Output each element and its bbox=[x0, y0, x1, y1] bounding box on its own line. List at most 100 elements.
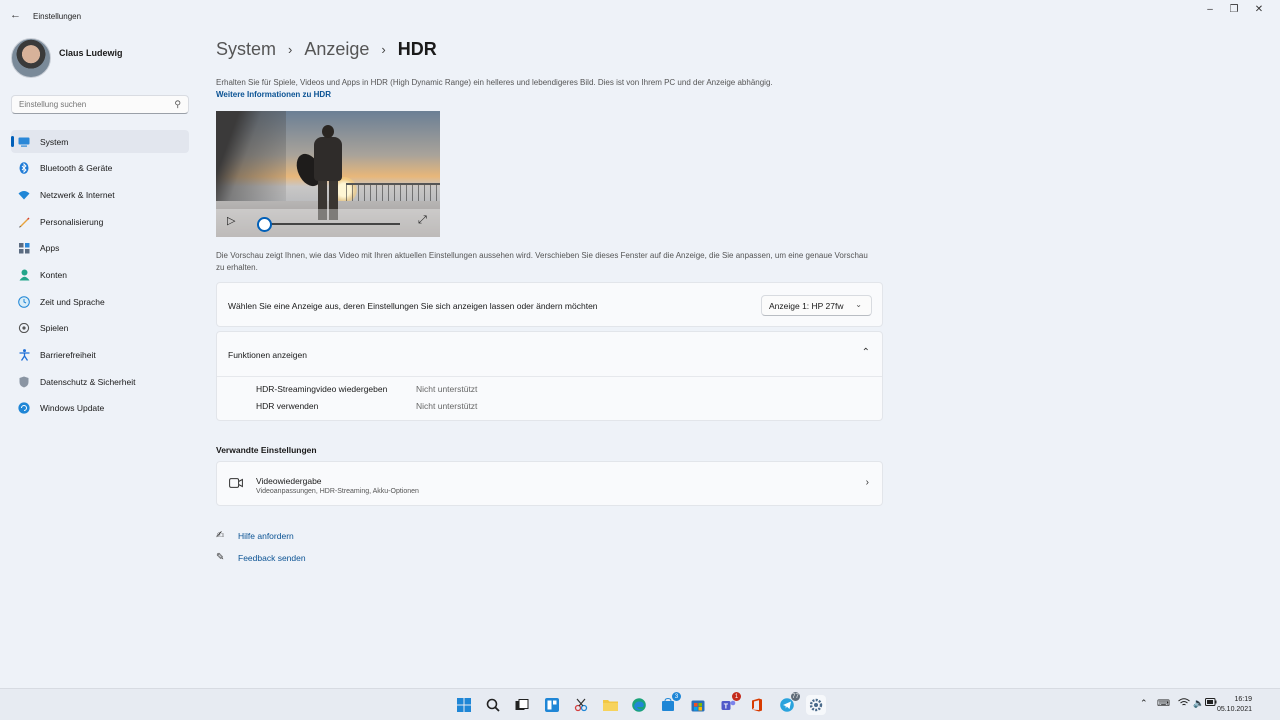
person-icon bbox=[18, 269, 30, 281]
profile-name[interactable]: Claus Ludewig bbox=[59, 48, 123, 58]
hdr-preview-video: ▷ ⤢ bbox=[216, 111, 440, 237]
update-icon bbox=[18, 402, 30, 414]
sidebar-item-label: Zeit und Sprache bbox=[40, 296, 105, 307]
sidebar-item-label: Personalisierung bbox=[40, 216, 104, 227]
edge-icon[interactable] bbox=[629, 695, 649, 715]
search-box[interactable]: ⚲ bbox=[11, 95, 189, 114]
video-progress-thumb[interactable] bbox=[257, 217, 272, 232]
wifi-icon bbox=[18, 189, 30, 201]
function-value: Nicht unterstützt bbox=[416, 384, 478, 394]
functions-header[interactable]: Funktionen anzeigen ⌃ bbox=[217, 332, 882, 377]
breadcrumb: System › Anzeige › HDR bbox=[216, 39, 437, 60]
display-select-card: Wählen Sie eine Anzeige aus, deren Einst… bbox=[216, 282, 883, 327]
sidebar-item-label: Konten bbox=[40, 269, 67, 280]
video-playback-subtitle: Videoanpassungen, HDR-Streaming, Akku-Op… bbox=[256, 488, 419, 495]
breadcrumb-system[interactable]: System bbox=[216, 39, 276, 60]
get-help-link[interactable]: ✍ Hilfe anfordern bbox=[216, 530, 294, 541]
sidebar-item-label: Spielen bbox=[40, 323, 69, 334]
search-icon[interactable] bbox=[483, 695, 503, 715]
search-input[interactable] bbox=[12, 96, 162, 113]
keyboard-icon[interactable]: ⌨ bbox=[1157, 698, 1170, 709]
sidebar-item-time-language[interactable]: Zeit und Sprache bbox=[11, 290, 189, 313]
arrow-left-icon[interactable]: ← bbox=[10, 9, 21, 21]
video-camera-icon bbox=[229, 478, 243, 488]
title-bar: ← Einstellungen – ❐ ✕ bbox=[0, 0, 1280, 32]
sidebar-item-label: Bluetooth & Geräte bbox=[40, 163, 113, 174]
breadcrumb-display[interactable]: Anzeige bbox=[304, 39, 369, 60]
feedback-icon: ✎ bbox=[216, 552, 225, 563]
sidebar-item-label: System bbox=[40, 136, 69, 147]
office-icon[interactable] bbox=[747, 695, 767, 715]
wifi-icon[interactable] bbox=[1178, 698, 1190, 709]
sidebar-item-windows-update[interactable]: Windows Update bbox=[11, 397, 189, 420]
sidebar-item-gaming[interactable]: Spielen bbox=[11, 317, 189, 340]
apps-icon bbox=[18, 242, 30, 254]
teams-icon[interactable]: T 1 bbox=[718, 692, 741, 715]
video-frame-head bbox=[322, 125, 334, 138]
sidebar-item-accessibility[interactable]: Barrierefreiheit bbox=[11, 344, 189, 367]
chevron-down-icon: ⌄ bbox=[855, 300, 862, 309]
play-icon[interactable]: ▷ bbox=[227, 214, 235, 227]
fullscreen-icon[interactable]: ⤢ bbox=[418, 214, 427, 227]
display-dropdown[interactable]: Anzeige 1: HP 27fw ⌄ bbox=[761, 295, 872, 316]
close-icon[interactable]: ✕ bbox=[1244, 4, 1274, 15]
chevron-right-icon: › bbox=[288, 42, 293, 57]
chevron-up-icon[interactable]: ⌃ bbox=[862, 347, 870, 358]
store-badge: 3 bbox=[672, 692, 681, 701]
sidebar-item-accounts[interactable]: Konten bbox=[11, 263, 189, 286]
system-icon bbox=[18, 136, 30, 148]
settings-icon[interactable] bbox=[806, 695, 826, 715]
video-playback-card[interactable]: Videowiedergabe Videoanpassungen, HDR-St… bbox=[216, 461, 883, 506]
clock-time: 16:19 bbox=[1234, 696, 1252, 703]
function-label: HDR-Streamingvideo wiedergeben bbox=[256, 384, 388, 394]
function-label: HDR verwenden bbox=[256, 401, 319, 411]
sidebar-item-system[interactable]: System bbox=[11, 130, 189, 153]
task-view-icon[interactable] bbox=[512, 695, 532, 715]
bluetooth-icon bbox=[18, 162, 30, 174]
shield-icon bbox=[18, 376, 30, 388]
get-help-label: Hilfe anfordern bbox=[238, 530, 294, 541]
display-dropdown-value: Anzeige 1: HP 27fw bbox=[769, 300, 844, 311]
display-select-label: Wählen Sie eine Anzeige aus, deren Einst… bbox=[228, 301, 598, 311]
functions-title: Funktionen anzeigen bbox=[228, 350, 307, 360]
more-info-link[interactable]: Weitere Informationen zu HDR bbox=[216, 90, 331, 99]
search-icon[interactable]: ⚲ bbox=[174, 99, 181, 110]
sidebar-item-network[interactable]: Netzwerk & Internet bbox=[11, 183, 189, 206]
video-progress-track[interactable] bbox=[264, 223, 400, 225]
functions-card: Funktionen anzeigen ⌃ HDR-Streamingvideo… bbox=[216, 331, 883, 421]
pen-icon bbox=[18, 216, 30, 228]
sidebar-nav: System Bluetooth & Geräte Netzwerk & Int… bbox=[11, 130, 189, 424]
microsoft-store-icon[interactable] bbox=[688, 695, 708, 715]
help-icon: ✍ bbox=[216, 530, 225, 541]
speaker-icon[interactable]: 🔈 bbox=[1193, 698, 1204, 709]
sidebar-item-label: Apps bbox=[40, 243, 60, 254]
sidebar-item-privacy[interactable]: Datenschutz & Sicherheit bbox=[11, 370, 189, 393]
video-frame-person bbox=[291, 125, 348, 221]
sidebar-item-bluetooth[interactable]: Bluetooth & Geräte bbox=[11, 157, 189, 180]
video-frame-body bbox=[314, 137, 342, 181]
file-explorer-icon[interactable] bbox=[600, 695, 620, 715]
video-playback-title: Videowiedergabe bbox=[256, 476, 322, 486]
store-icon[interactable]: 3 bbox=[658, 692, 681, 715]
clock[interactable]: 16:19 05.10.2021 bbox=[1216, 695, 1252, 715]
avatar[interactable] bbox=[11, 38, 51, 78]
windows-start-icon[interactable] bbox=[454, 695, 474, 715]
profile-avatar[interactable] bbox=[11, 38, 51, 78]
page-title: HDR bbox=[397, 39, 437, 59]
sidebar-item-label: Datenschutz & Sicherheit bbox=[40, 376, 136, 387]
sidebar-item-personalization[interactable]: Personalisierung bbox=[11, 210, 189, 233]
globe-clock-icon bbox=[18, 295, 30, 308]
taskbar: 3 T 1 77 ⌃ ⌨ 🔈 16:19 05.10.2021 bbox=[0, 688, 1280, 720]
sidebar-item-apps[interactable]: Apps bbox=[11, 237, 189, 260]
sidebar-item-label: Windows Update bbox=[40, 403, 105, 414]
widgets-icon[interactable] bbox=[542, 695, 562, 715]
related-settings-title: Verwandte Einstellungen bbox=[216, 445, 317, 455]
teams-badge: 1 bbox=[732, 692, 741, 701]
feedback-link[interactable]: ✎ Feedback senden bbox=[216, 552, 306, 563]
snipping-tool-icon[interactable] bbox=[571, 695, 591, 715]
preview-description: Die Vorschau zeigt Ihnen, wie das Video … bbox=[216, 251, 868, 272]
clock-date: 05.10.2021 bbox=[1216, 706, 1252, 713]
telegram-icon[interactable]: 77 bbox=[777, 692, 800, 715]
chevron-up-icon[interactable]: ⌃ bbox=[1140, 698, 1148, 709]
feedback-label: Feedback senden bbox=[238, 552, 306, 563]
